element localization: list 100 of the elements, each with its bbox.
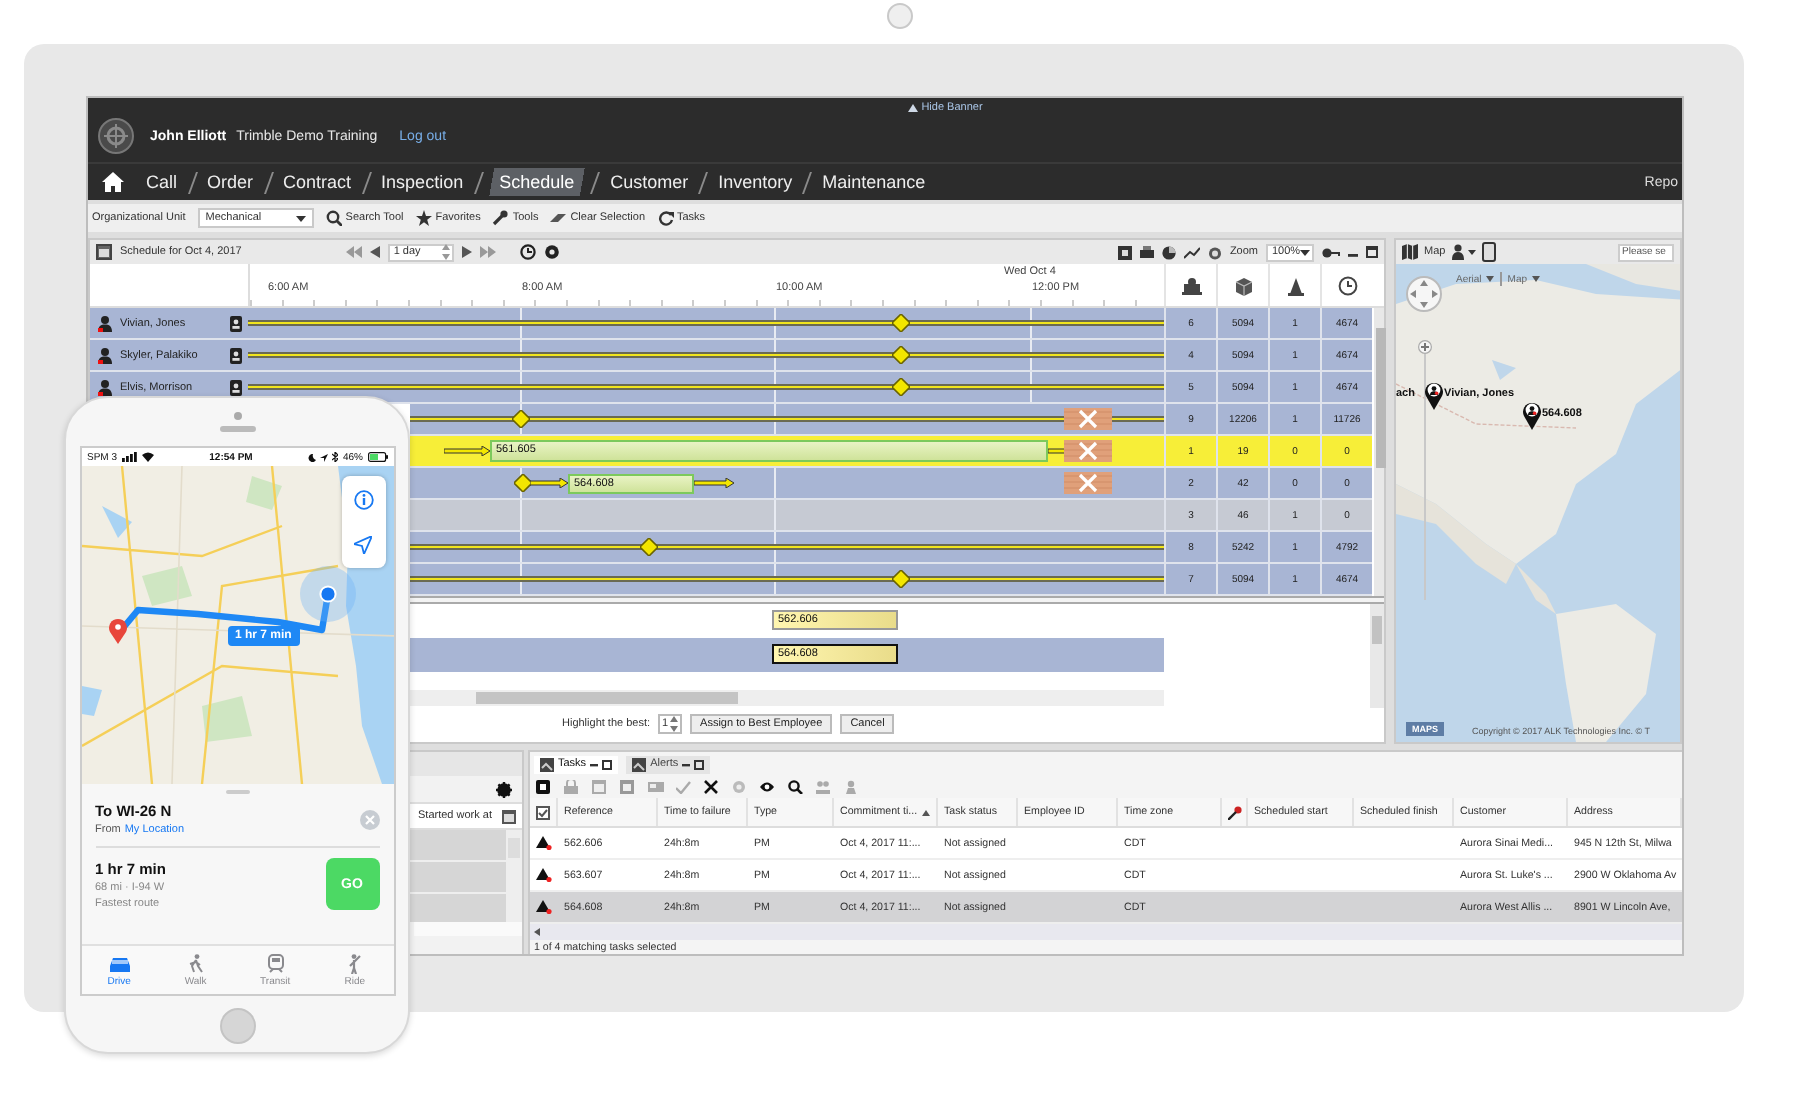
caret-icon <box>1300 249 1311 255</box>
maximize-icon[interactable] <box>1366 246 1378 258</box>
pan-control-icon[interactable] <box>1406 276 1442 312</box>
id-badge-icon <box>230 347 242 363</box>
line-chart-icon[interactable] <box>1183 245 1200 259</box>
diamond-marker <box>640 538 658 556</box>
map-pin-icon <box>1522 400 1542 430</box>
alert-icon <box>536 836 552 850</box>
star-icon <box>415 210 432 226</box>
arrow-icon <box>530 478 568 488</box>
search-icon[interactable] <box>788 780 804 794</box>
signal-icon <box>121 452 138 462</box>
settings-icon[interactable] <box>496 781 512 797</box>
maximize-icon <box>694 759 705 769</box>
nav-tab[interactable]: Contract <box>277 170 358 194</box>
logo-icon <box>98 118 134 154</box>
calendar-icon[interactable] <box>502 809 516 823</box>
nav-tab[interactable]: Inspection <box>375 170 470 194</box>
diamond-marker <box>512 410 530 428</box>
settings-icon[interactable] <box>543 244 560 260</box>
wrench-icon <box>492 210 509 226</box>
camera-icon <box>233 412 241 420</box>
location-icon <box>320 453 329 461</box>
key-icon[interactable] <box>1322 247 1340 257</box>
train-icon <box>263 953 288 973</box>
refresh-icon <box>657 210 673 226</box>
spinner-arrows-icon <box>441 244 450 260</box>
pie-chart-icon[interactable] <box>1161 245 1176 259</box>
speaker-icon <box>219 426 255 432</box>
scrollbar[interactable] <box>530 924 1682 940</box>
caret-icon <box>907 103 918 111</box>
list-icon <box>540 757 554 771</box>
spinner-arrows-icon <box>670 716 679 732</box>
id-badge-icon <box>230 315 242 331</box>
nav-tab[interactable]: Call <box>140 170 184 194</box>
diamond-marker <box>892 314 910 332</box>
alert-icon <box>536 868 552 882</box>
checkbox-icon[interactable] <box>536 805 550 819</box>
nav-tab[interactable]: Inventory <box>712 170 799 194</box>
wifi-icon <box>141 452 154 462</box>
break-block-icon <box>1064 408 1112 430</box>
battery-icon <box>367 452 387 462</box>
scrollbar[interactable] <box>414 922 522 936</box>
diamond-marker <box>514 474 532 492</box>
search-icon <box>325 210 342 226</box>
caret-icon <box>295 215 306 221</box>
diamond-marker <box>892 346 910 364</box>
cube-icon <box>1233 275 1253 295</box>
break-block-icon <box>1064 472 1112 494</box>
cone-icon <box>1285 275 1305 295</box>
stop-icon[interactable] <box>536 780 552 794</box>
sort-up-icon <box>921 809 930 815</box>
moon-icon <box>308 453 317 461</box>
clock-icon[interactable] <box>519 244 536 260</box>
tablet-icon[interactable] <box>1481 242 1496 262</box>
person-icon <box>98 379 112 395</box>
zoom-in-icon[interactable] <box>1418 340 1432 354</box>
nav-tab[interactable]: Schedule <box>487 168 587 196</box>
eye-icon[interactable] <box>760 780 776 794</box>
scrollbar[interactable] <box>506 830 522 922</box>
eraser-icon <box>550 210 567 226</box>
vehicle-icon <box>1181 275 1201 295</box>
diamond-marker <box>892 378 910 396</box>
previous-icon[interactable] <box>369 246 380 258</box>
key-icon <box>1228 805 1242 819</box>
diamond-marker <box>892 570 910 588</box>
maximize-icon <box>602 759 613 769</box>
caret-icon <box>534 928 540 936</box>
home-icon[interactable] <box>102 172 124 192</box>
clock-icon <box>1337 275 1357 295</box>
location-dot-icon <box>297 564 357 624</box>
minimize-icon <box>682 760 691 768</box>
camera-icon <box>886 2 914 30</box>
break-block-icon <box>1064 440 1112 462</box>
car-icon <box>107 953 132 973</box>
close-icon[interactable] <box>704 780 720 794</box>
scrollbar[interactable] <box>1374 308 1384 596</box>
scrollbar[interactable] <box>1370 604 1384 708</box>
minimize-icon <box>590 760 599 768</box>
person-caret-icon[interactable] <box>1451 244 1476 260</box>
nav-tab[interactable]: Customer <box>604 170 695 194</box>
printer-icon[interactable] <box>1139 245 1154 259</box>
check-icon[interactable] <box>676 780 692 794</box>
bell-icon <box>632 757 647 771</box>
arrow-icon <box>444 446 490 456</box>
square-icon[interactable] <box>1117 245 1132 259</box>
nav-tab[interactable]: Order <box>201 170 260 194</box>
map-pin-icon <box>107 618 127 644</box>
person-icon <box>98 315 112 331</box>
person-icon <box>98 347 112 363</box>
alert-icon <box>536 900 552 914</box>
arrow-icon <box>694 478 734 488</box>
scrollbar[interactable] <box>410 690 1164 706</box>
map-pin-icon <box>1424 380 1444 410</box>
info-icon[interactable] <box>353 489 373 510</box>
navigation-arrow-icon[interactable] <box>354 536 372 555</box>
alarm-icon[interactable] <box>1207 245 1222 259</box>
next-icon[interactable] <box>461 246 472 258</box>
bluetooth-icon <box>332 452 339 462</box>
nav-tab[interactable]: Maintenance <box>816 170 932 194</box>
